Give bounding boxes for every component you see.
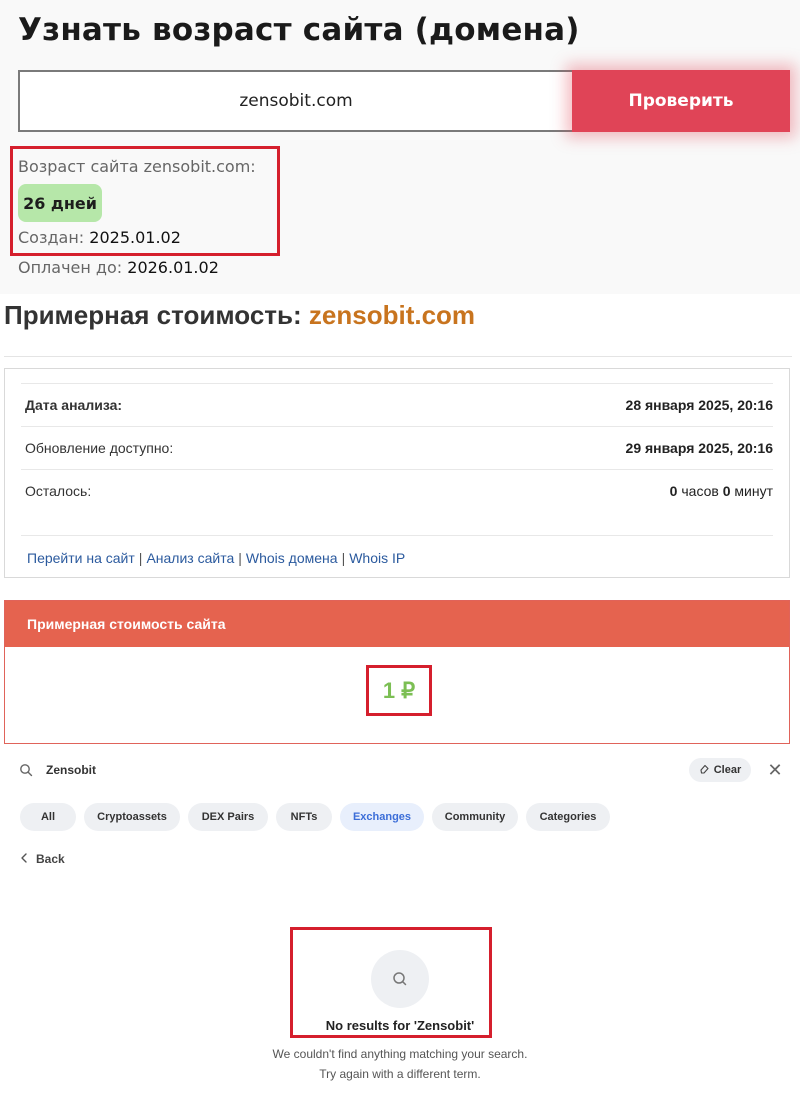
empty-search-icon <box>371 950 429 1008</box>
info-value: 28 января 2025, 20:16 <box>625 396 773 413</box>
remaining-hours-word: часов <box>681 482 719 499</box>
info-row-remaining: Осталось: 0 часов 0 минут <box>21 469 773 511</box>
empty-state-line-1: We couldn't find anything matching your … <box>272 1047 528 1061</box>
paid-label: Оплачен до: <box>18 258 123 277</box>
filter-chip-community[interactable]: Community <box>432 803 518 831</box>
back-label: Back <box>36 852 65 866</box>
link-separator: | <box>238 549 242 566</box>
back-button[interactable]: Back <box>20 852 65 866</box>
paid-value: 2026.01.02 <box>127 258 219 277</box>
valuation-title-domain: zensobit.com <box>308 300 476 330</box>
filter-chips: All Cryptoassets DEX Pairs NFTs Exchange… <box>20 803 610 831</box>
check-button[interactable]: Проверить <box>572 70 790 132</box>
filter-chip-dex-pairs[interactable]: DEX Pairs <box>188 803 268 831</box>
search-input[interactable]: Zensobit <box>46 763 96 777</box>
link-site-analysis[interactable]: Анализ сайта <box>146 550 234 566</box>
estimated-cost-card: Примерная стоимость сайта 1 ₽ <box>4 600 790 744</box>
info-row-analysis-date: Дата анализа: 28 января 2025, 20:16 <box>21 383 773 425</box>
info-row-update-available: Обновление доступно: 29 января 2025, 20:… <box>21 426 773 468</box>
remaining-minutes-word: минут <box>734 482 773 499</box>
info-value: 29 января 2025, 20:16 <box>625 439 773 456</box>
info-label: Осталось: <box>25 482 92 499</box>
valuation-title: Примерная стоимость: zensobit.com <box>4 300 475 331</box>
clear-label: Clear <box>713 764 742 776</box>
domain-age-section: Узнать возраст сайта (домена) zensobit.c… <box>0 0 800 294</box>
info-label: Обновление доступно: <box>25 439 174 456</box>
link-go-to-site[interactable]: Перейти на сайт <box>27 550 135 566</box>
paid-line: Оплачен до: 2026.01.02 <box>18 258 219 277</box>
remaining-value: 0 часов 0 минут <box>670 483 773 499</box>
remaining-minutes-num: 0 <box>722 482 731 499</box>
estimated-cost-value: 1 ₽ <box>366 665 432 716</box>
filter-chip-nfts[interactable]: NFTs <box>276 803 332 831</box>
clear-button[interactable]: Clear <box>689 758 751 782</box>
domain-input[interactable]: zensobit.com <box>18 70 574 132</box>
link-separator: | <box>341 549 346 566</box>
age-label: Возраст сайта zensobit.com: <box>18 157 256 176</box>
site-links-row: Перейти на сайт | Анализ сайта | Whois д… <box>21 535 773 579</box>
filter-chip-cryptoassets[interactable]: Cryptoassets <box>84 803 180 831</box>
link-whois-ip[interactable]: Whois IP <box>349 550 405 566</box>
page-title: Узнать возраст сайта (домена) <box>18 12 580 48</box>
estimated-cost-header: Примерная стоимость сайта <box>5 601 789 647</box>
filter-chip-all[interactable]: All <box>20 803 76 831</box>
info-label: Дата анализа: <box>25 396 123 413</box>
valuation-title-prefix: Примерная стоимость: <box>4 300 302 330</box>
created-line: Создан: 2025.01.02 <box>18 228 181 247</box>
filter-chip-categories[interactable]: Categories <box>526 803 610 831</box>
eraser-icon <box>699 763 710 777</box>
link-whois-domain[interactable]: Whois домена <box>246 550 338 566</box>
empty-state-title: No results for 'Zensobit' <box>325 1018 475 1033</box>
search-icon <box>18 762 34 778</box>
close-icon[interactable]: ✕ <box>763 758 787 782</box>
chevron-left-icon <box>20 852 28 866</box>
remaining-hours-num: 0 <box>669 482 678 499</box>
filter-chip-exchanges[interactable]: Exchanges <box>340 803 424 831</box>
age-badge: 26 дней <box>18 184 102 222</box>
empty-state-line-2: Try again with a different term. <box>319 1067 481 1081</box>
created-value: 2025.01.02 <box>89 228 181 247</box>
search-bar[interactable]: Zensobit Clear ✕ <box>18 756 788 784</box>
link-separator: | <box>138 549 143 566</box>
created-label: Создан: <box>18 228 85 247</box>
analysis-info-box: Дата анализа: 28 января 2025, 20:16 Обно… <box>4 368 790 578</box>
divider <box>4 356 792 357</box>
